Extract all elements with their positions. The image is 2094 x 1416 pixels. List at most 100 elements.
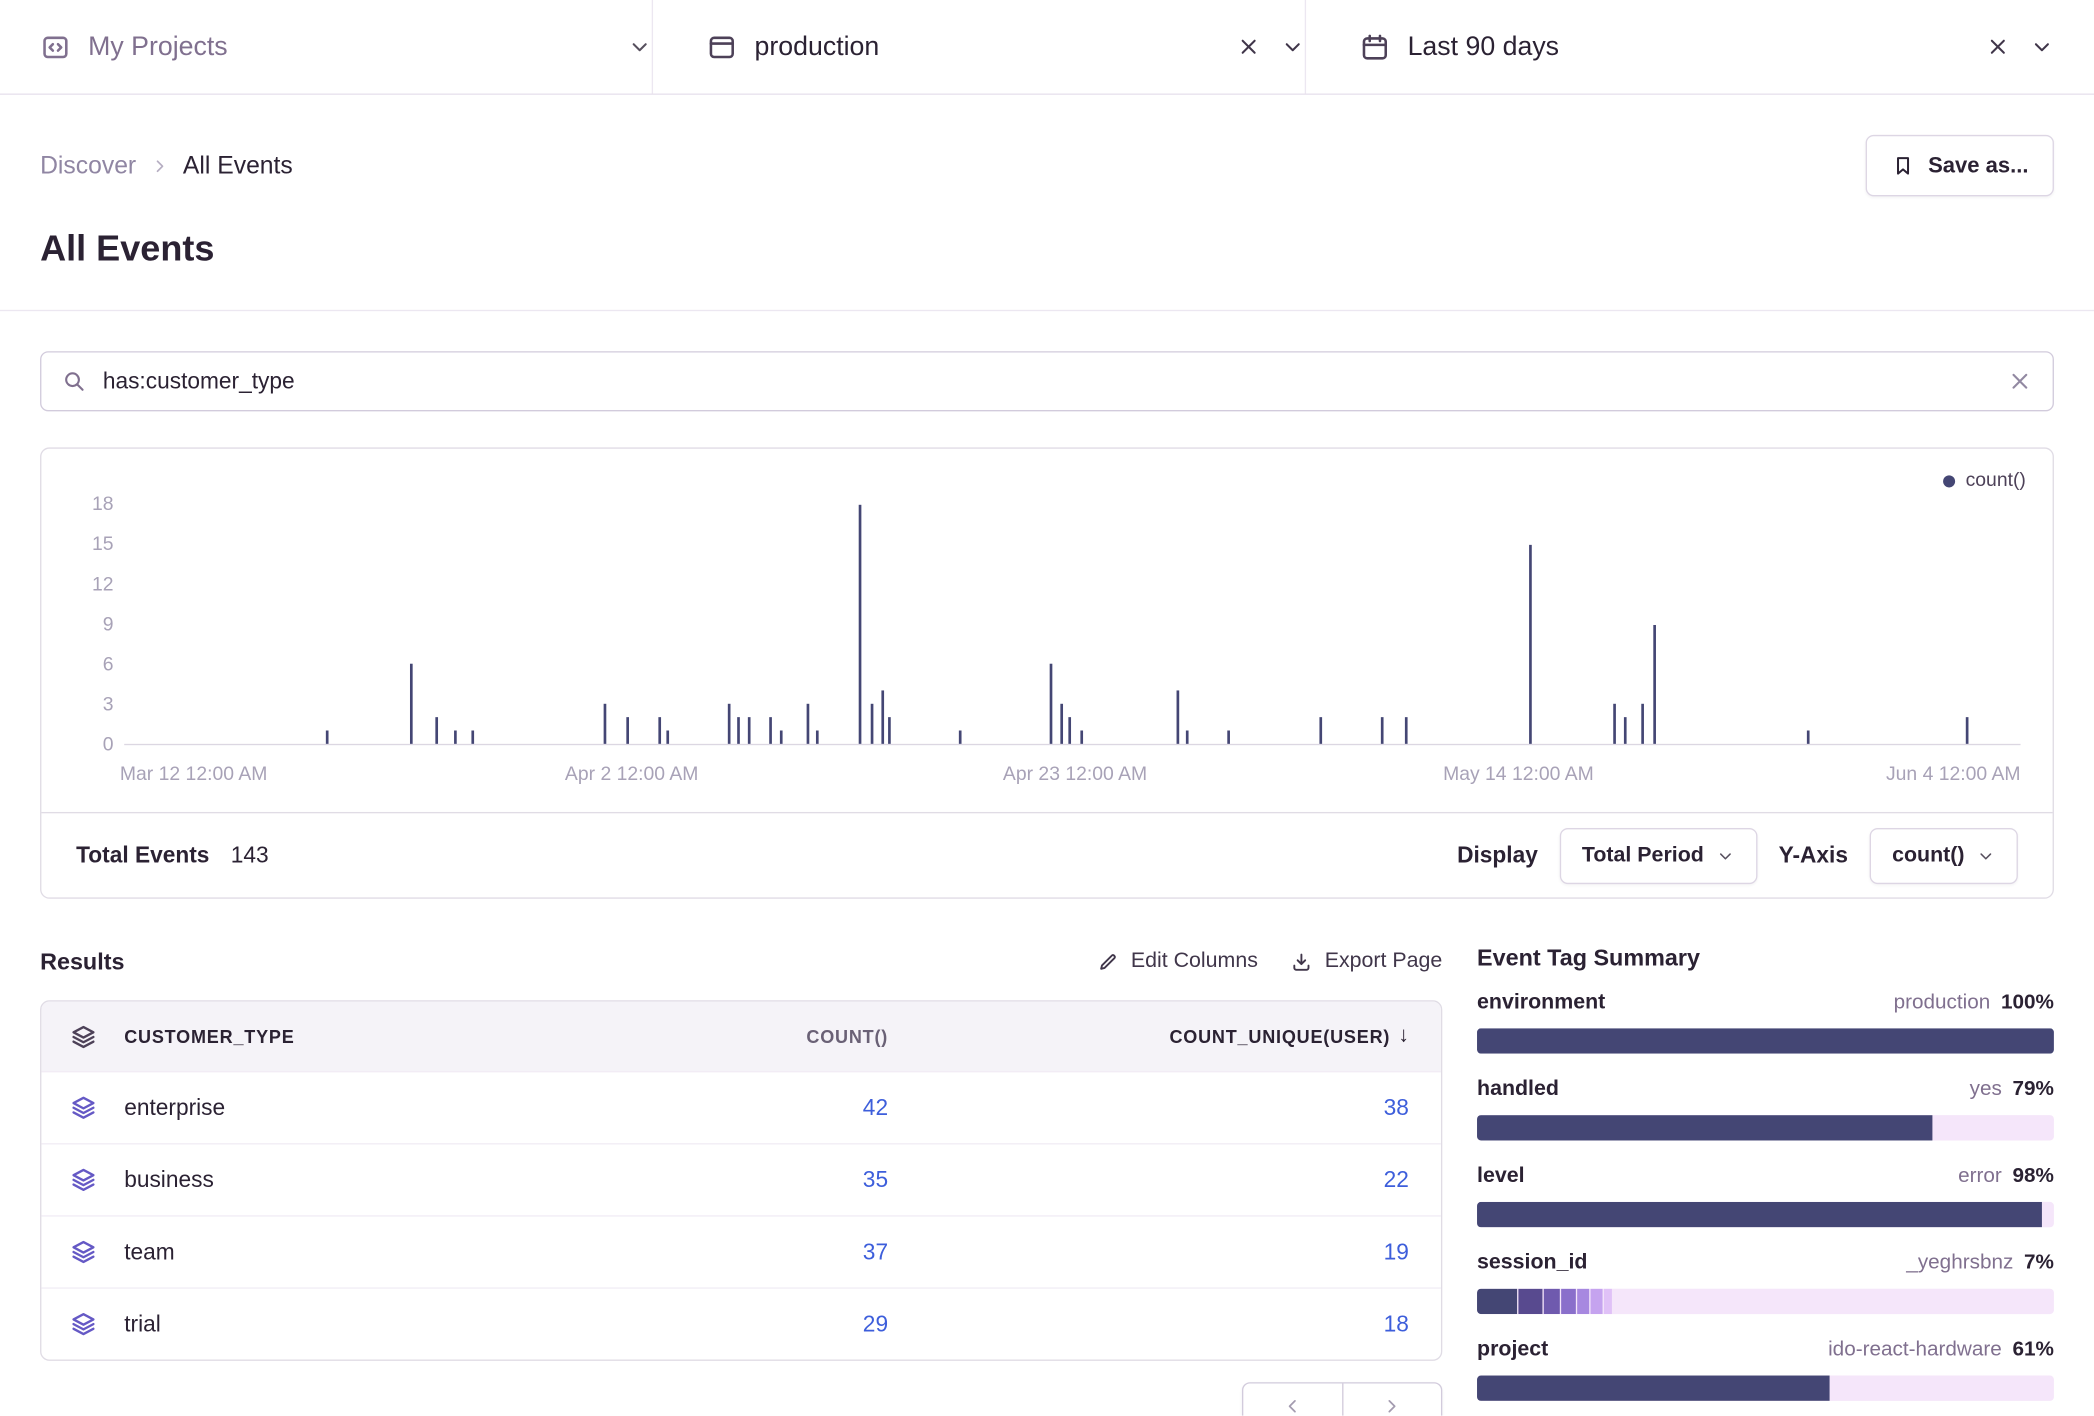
chart-bar [807, 704, 810, 744]
tag-bar-segment[interactable] [1578, 1289, 1590, 1314]
x-axis-tick: Apr 23 12:00 AM [1003, 764, 1147, 785]
close-icon[interactable] [1986, 35, 2010, 59]
y-axis-label: Y-Axis [1779, 842, 1848, 869]
date-range-selector[interactable]: Last 90 days [1306, 0, 2054, 93]
discover-page: My Projects production Last 90 days [0, 0, 2094, 1416]
tag-name: project [1477, 1338, 1548, 1362]
tag-bar-segment[interactable] [1477, 1202, 2042, 1227]
table-row[interactable]: trial 29 18 [41, 1287, 1441, 1359]
customer-type-cell: enterprise [103, 1094, 720, 1121]
chevron-down-icon[interactable] [628, 35, 652, 59]
count-cell[interactable]: 35 [720, 1167, 920, 1194]
chevron-right-icon [1381, 1396, 1402, 1416]
export-page-button[interactable]: Export Page [1290, 950, 1442, 974]
previous-page-button[interactable] [1243, 1384, 1341, 1416]
environment-selector[interactable]: production [653, 0, 1305, 93]
save-as-button[interactable]: Save as... [1865, 135, 2054, 196]
search-bar[interactable] [40, 351, 2054, 411]
tag-bar-segment[interactable] [1477, 1115, 1933, 1140]
edit-columns-button[interactable]: Edit Columns [1096, 950, 1258, 974]
display-label: Display [1457, 842, 1538, 869]
tag-distribution-bar[interactable] [1477, 1028, 2054, 1053]
count-unique-cell[interactable]: 19 [920, 1239, 1441, 1266]
chevron-down-icon[interactable] [1281, 35, 1305, 59]
chart-bar [411, 664, 414, 744]
breadcrumb-discover-link[interactable]: Discover [40, 151, 136, 180]
tag-bar-segment[interactable] [1477, 1376, 1829, 1401]
tag-top-percent: 61% [2012, 1338, 2053, 1362]
export-page-label: Export Page [1325, 950, 1443, 974]
column-header-count[interactable]: COUNT() [720, 1026, 920, 1046]
y-axis-dropdown[interactable]: count() [1869, 827, 2018, 883]
tag-bar-segment[interactable] [1477, 1289, 1517, 1314]
legend-dot [1943, 475, 1955, 487]
next-page-button[interactable] [1341, 1384, 1440, 1416]
tag-bar-segment[interactable] [1562, 1289, 1576, 1314]
column-header-customer-type[interactable]: CUSTOMER_TYPE [103, 1026, 720, 1046]
tag-item-level: level error 98% [1477, 1165, 2054, 1228]
events-chart-panel: count() 18 15 12 9 6 3 0 Mar 12 12:00 AM… [40, 447, 2054, 898]
x-axis-tick: Jun 4 12:00 AM [1886, 764, 2021, 785]
tag-top-value: ido-react-hardware [1828, 1338, 2002, 1362]
chart-bar [881, 691, 884, 744]
chart-footer: Total Events 143 Display Total Period Y-… [41, 812, 2052, 897]
tag-bar-segment[interactable] [1590, 1289, 1602, 1314]
tag-distribution-bar[interactable] [1477, 1202, 2054, 1227]
chart-bar [737, 717, 740, 744]
tag-bar-segment[interactable] [1543, 1289, 1560, 1314]
chart-bar [1613, 704, 1616, 744]
stack-icon [69, 1310, 97, 1338]
total-events-value: 143 [231, 842, 269, 869]
stack-icon [69, 1238, 97, 1266]
tag-bar-segment[interactable] [1603, 1289, 1612, 1314]
count-unique-cell[interactable]: 18 [920, 1311, 1441, 1338]
search-icon [61, 369, 86, 394]
count-cell[interactable]: 29 [720, 1311, 920, 1338]
clear-search-icon[interactable] [2007, 369, 2032, 394]
tag-top-percent: 100% [2001, 991, 2054, 1015]
chevron-down-icon[interactable] [2030, 35, 2054, 59]
table-row[interactable]: business 35 22 [41, 1143, 1441, 1215]
project-selector[interactable]: My Projects [40, 0, 652, 93]
tag-name: session_id [1477, 1251, 1587, 1275]
table-row[interactable]: enterprise 42 38 [41, 1071, 1441, 1143]
column-header-count-unique[interactable]: COUNT_UNIQUE(USER) ↓ [920, 1024, 1441, 1048]
chart-area: 18 15 12 9 6 3 0 Mar 12 12:00 AM Apr 2 1… [68, 505, 2026, 812]
display-dropdown[interactable]: Total Period [1559, 827, 1757, 883]
x-axis-tick: May 14 12:00 AM [1443, 764, 1594, 785]
count-unique-cell[interactable]: 22 [920, 1167, 1441, 1194]
count-cell[interactable]: 37 [720, 1239, 920, 1266]
customer-type-cell: team [103, 1239, 720, 1266]
pencil-icon [1096, 950, 1119, 973]
tag-distribution-bar[interactable] [1477, 1289, 2054, 1314]
chart-bar [1080, 731, 1083, 744]
tag-distribution-bar[interactable] [1477, 1376, 2054, 1401]
event-tag-summary: Event Tag Summary environment production… [1477, 944, 2054, 1415]
table-header-row: CUSTOMER_TYPE COUNT() COUNT_UNIQUE(USER)… [41, 1002, 1441, 1071]
pagination [1242, 1382, 1442, 1415]
tag-bar-segment[interactable] [1519, 1289, 1542, 1314]
x-axis-tick: Mar 12 12:00 AM [120, 764, 267, 785]
stack-icon [69, 1166, 97, 1194]
legend-label: count() [1966, 470, 2026, 491]
y-axis-tick: 3 [68, 694, 113, 715]
tag-summary-heading: Event Tag Summary [1477, 944, 2054, 972]
y-axis-tick: 18 [68, 494, 113, 515]
table-row[interactable]: team 37 19 [41, 1215, 1441, 1287]
edit-columns-label: Edit Columns [1131, 950, 1258, 974]
y-axis-tick: 6 [68, 654, 113, 675]
bookmark-icon [1891, 154, 1915, 178]
calendar-icon [1359, 31, 1390, 62]
chart-bar [1653, 624, 1656, 744]
count-cell[interactable]: 42 [720, 1094, 920, 1121]
stack-icon [69, 1094, 97, 1122]
chart-plot[interactable] [124, 505, 2020, 745]
customer-type-cell: business [103, 1167, 720, 1194]
y-axis-tick: 0 [68, 735, 113, 756]
tag-distribution-bar[interactable] [1477, 1115, 2054, 1140]
chart-bar [1061, 704, 1064, 744]
tag-bar-segment[interactable] [1477, 1028, 2054, 1053]
search-input[interactable] [103, 368, 1991, 395]
close-icon[interactable] [1237, 35, 1261, 59]
count-unique-cell[interactable]: 38 [920, 1094, 1441, 1121]
